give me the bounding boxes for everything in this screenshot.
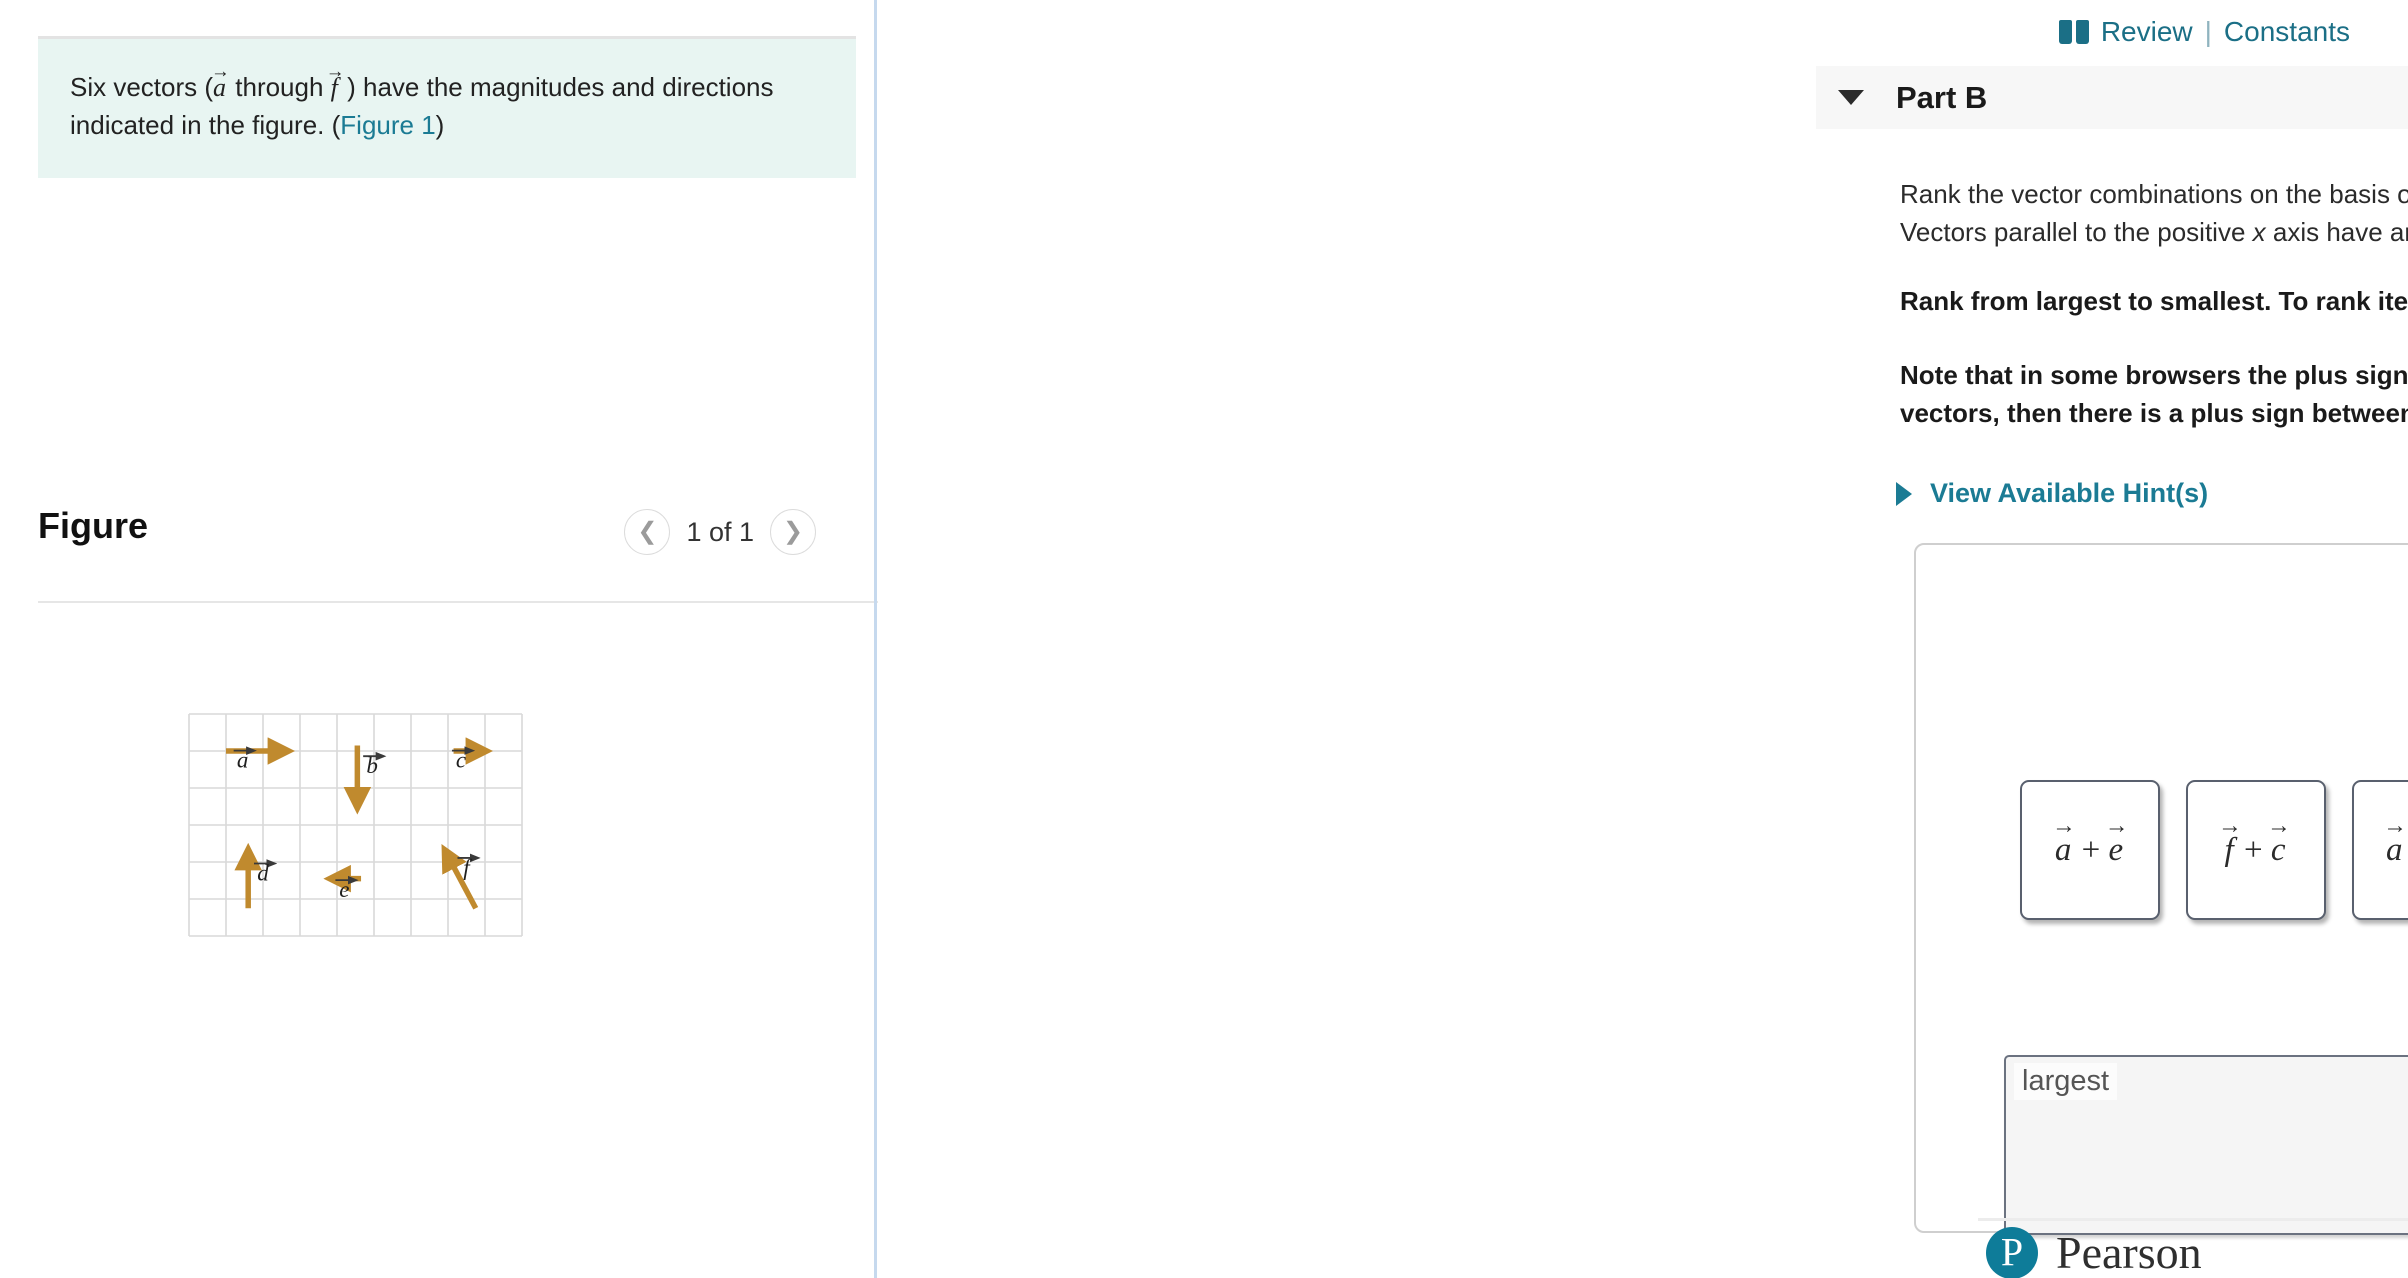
- view-hints-toggle[interactable]: View Available Hint(s): [1896, 478, 2208, 509]
- right-panel: Review | Constants Part B Rank the vecto…: [878, 0, 2408, 1278]
- instructions-block: Rank the vector combinations on the basi…: [1900, 176, 2408, 432]
- tile-expression: f + c: [2225, 832, 2288, 869]
- constants-link[interactable]: Constants: [2224, 16, 2350, 48]
- vector-label-e: e: [339, 877, 349, 902]
- view-hints-label: View Available Hint(s): [1930, 478, 2209, 508]
- vector-f-symbol: f: [331, 73, 340, 102]
- figure-title: Figure: [38, 505, 149, 546]
- vector-figure: abcdef: [185, 710, 705, 1055]
- tile-a-plus-e[interactable]: a + e: [2020, 780, 2160, 920]
- pearson-logo: Pearson: [1986, 1226, 2202, 1278]
- vector-label-c: c: [456, 748, 466, 773]
- vector-label-d: d: [257, 861, 269, 886]
- vector-tile-bank: a + ef + ca + dda + ba + c: [2020, 780, 2408, 920]
- ranking-dropzone[interactable]: largest smallest: [2004, 1055, 2408, 1235]
- review-link[interactable]: Review: [2101, 16, 2193, 48]
- ranking-answer-panel: Reset Help a + ef + ca + dda + ba + c la…: [1914, 543, 2408, 1235]
- page-root: Six vectors (a through f ) have the magn…: [0, 0, 2408, 1278]
- statement-part-2: through: [228, 72, 331, 102]
- figure-1-link[interactable]: Figure 1: [340, 110, 435, 140]
- instruction-paragraph-3: Note that in some browsers the plus sign…: [1900, 360, 2408, 428]
- triangle-right-icon: [1896, 481, 1912, 506]
- toolbar-separator: |: [2204, 16, 2212, 47]
- tile-expression: a + d: [2386, 832, 2408, 869]
- review-constants-toolbar: Review | Constants: [2058, 16, 2350, 48]
- vector-a-symbol: a: [213, 73, 228, 102]
- problem-statement-box: Six vectors (a through f ) have the magn…: [38, 36, 856, 179]
- pearson-p-icon: [1986, 1226, 2038, 1278]
- chevron-right-icon[interactable]: ❯: [770, 509, 816, 555]
- footer-divider: [1978, 1218, 2408, 1221]
- figure-header: Figure ❮ 1 of 1 ❯: [38, 505, 856, 575]
- tile-expression: a + e: [2055, 832, 2125, 869]
- chevron-left-icon[interactable]: ❮: [624, 509, 671, 555]
- page-title: Part B: [1896, 79, 1988, 115]
- tile-f-plus-c[interactable]: f + c: [2186, 780, 2326, 920]
- figure-pager: ❮ 1 of 1 ❯: [624, 509, 816, 555]
- tile-a-plus-d[interactable]: a + d: [2352, 780, 2408, 920]
- statement-part-1: Six vectors (: [70, 72, 214, 102]
- vector-label-b: b: [366, 753, 378, 778]
- pearson-wordmark: Pearson: [2056, 1227, 2202, 1278]
- x-axis-italic-2: x: [2252, 216, 2266, 247]
- statement-part-4: ): [435, 109, 445, 140]
- problem-statement-text: Six vectors (a through f ) have the magn…: [38, 39, 856, 179]
- panel-divider: [874, 0, 877, 1278]
- book-icon: [2058, 20, 2089, 44]
- chevron-down-icon[interactable]: [1838, 90, 1864, 105]
- vector-arrow-f: [441, 844, 479, 910]
- instr-p1-c: axis have an angle of 0: [2272, 216, 2408, 247]
- dropzone-largest-label: largest: [2014, 1063, 2118, 1100]
- instruction-paragraph-1: Rank the vector combinations on the basi…: [1900, 176, 2408, 251]
- vector-label-a: a: [237, 748, 249, 773]
- instruction-paragraph-2: Rank from largest to smallest. To rank i…: [1900, 286, 2408, 317]
- part-b-header[interactable]: Part B: [1816, 66, 2408, 129]
- vector-figure-svg: a b cdef: [188, 713, 523, 937]
- figure-count-label: 1 of 1: [686, 516, 754, 547]
- left-panel: Six vectors (a through f ) have the magn…: [0, 0, 894, 1278]
- figure-divider: [38, 601, 894, 603]
- instr-p1-a: Rank the vector combinations on the basi…: [1900, 179, 2408, 209]
